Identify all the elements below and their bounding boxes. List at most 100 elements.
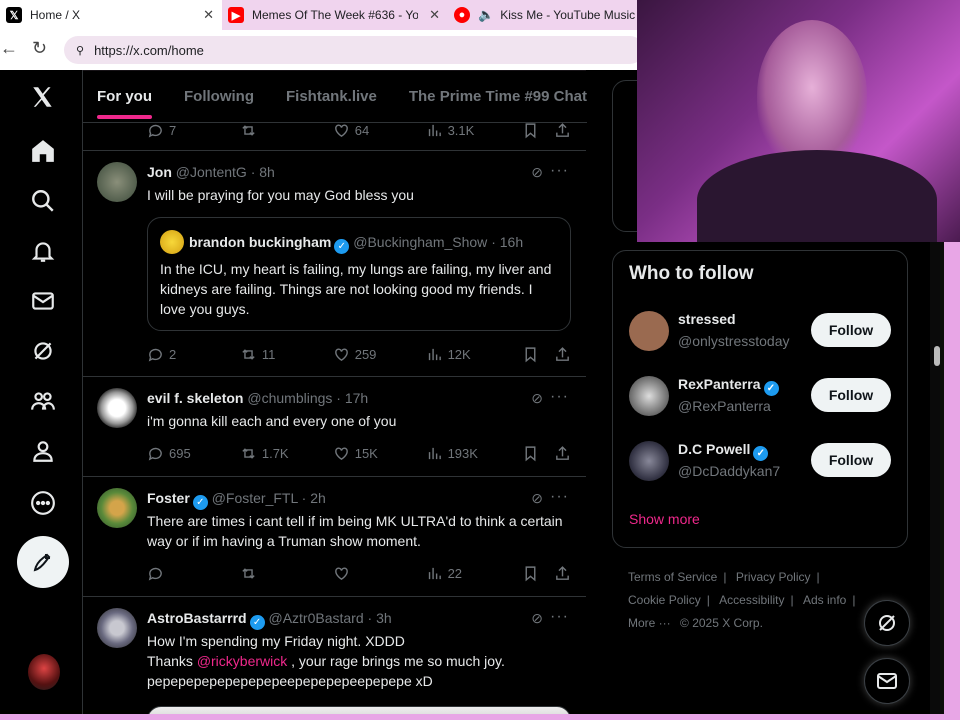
search-icon[interactable] [28, 186, 58, 216]
user-avatar[interactable] [97, 388, 137, 428]
home-icon[interactable] [28, 136, 58, 166]
follow-suggestion[interactable]: stressed @onlystresstoday Follow [629, 309, 909, 355]
show-more-link[interactable]: Show more [629, 511, 700, 527]
follow-button[interactable]: Follow [811, 313, 891, 347]
grok-explain-icon[interactable]: ⊘ [531, 164, 543, 181]
profile-icon[interactable] [28, 436, 58, 466]
post-item[interactable]: evil f. skeleton @chumblings · 17h ⊘ ···… [83, 376, 587, 477]
bookmark-icon[interactable] [522, 445, 554, 462]
post-time[interactable]: 2h [310, 490, 326, 506]
account-avatar[interactable] [28, 654, 60, 690]
follow-button[interactable]: Follow [811, 378, 891, 412]
repost-button[interactable]: 11 [240, 346, 333, 363]
cookie-policy-link[interactable]: Cookie Policy [628, 593, 701, 607]
accessibility-link[interactable]: Accessibility [719, 593, 784, 607]
grok-floating-button[interactable] [864, 600, 910, 646]
follow-suggestion[interactable]: D.C Powell ✓ @DcDaddykan7 Follow [629, 439, 909, 485]
views-button[interactable]: 3.1K [426, 122, 523, 139]
post-time[interactable]: 8h [259, 164, 275, 180]
tab-for-you[interactable]: For you [97, 88, 152, 119]
grok-explain-icon[interactable]: ⊘ [531, 490, 543, 507]
more-options-icon[interactable] [28, 488, 58, 518]
speaker-icon[interactable]: 🔈 [478, 7, 494, 23]
mention-link[interactable]: @rickyberwick [197, 653, 287, 669]
notifications-bell-icon[interactable] [28, 236, 58, 266]
close-tab-icon[interactable]: ✕ [203, 7, 214, 23]
share-icon[interactable] [554, 565, 571, 582]
quoted-post[interactable]: brandon buckingham ✓ @Buckingham_Show · 1… [147, 217, 571, 331]
grok-icon[interactable] [28, 336, 58, 366]
author-handle[interactable]: @JontentG [176, 164, 247, 180]
reply-button[interactable]: 695 [147, 445, 240, 462]
post-item[interactable]: AstroBastarrrd ✓ @Aztr0Bastard · 3h ⊘ ···… [83, 596, 587, 720]
reload-icon[interactable]: ↻ [32, 38, 47, 59]
bookmark-icon[interactable] [522, 346, 554, 363]
share-icon[interactable] [554, 445, 571, 462]
like-button[interactable] [333, 565, 426, 582]
reply-button[interactable] [147, 565, 240, 582]
bookmark-icon[interactable] [522, 122, 554, 139]
user-avatar[interactable] [97, 608, 137, 648]
url-field[interactable]: ⚲ https://x.com/home [64, 36, 644, 64]
views-button[interactable]: 193K [426, 445, 523, 462]
like-button[interactable]: 64 [333, 122, 426, 139]
author-name[interactable]: Jon [147, 164, 172, 180]
share-icon[interactable] [554, 122, 571, 139]
messages-envelope-icon[interactable] [28, 286, 58, 316]
post-time[interactable]: 17h [345, 390, 368, 406]
tab-following[interactable]: Following [184, 88, 254, 105]
suggestion-name[interactable]: D.C Powell ✓ [678, 441, 769, 461]
like-button[interactable]: 259 [333, 346, 426, 363]
x-logo-icon[interactable] [28, 82, 58, 112]
suggestion-avatar[interactable] [629, 441, 669, 481]
suggestion-name[interactable]: stressed [678, 311, 736, 327]
follow-button[interactable]: Follow [811, 443, 891, 477]
author-handle[interactable]: @Aztr0Bastard [268, 610, 363, 626]
tab-prime-time-chat[interactable]: The Prime Time #99 Chat [409, 88, 587, 105]
scrollbar-thumb[interactable] [934, 346, 940, 366]
messages-floating-button[interactable] [864, 658, 910, 704]
ads-info-link[interactable]: Ads info [803, 593, 846, 607]
suggestion-name[interactable]: RexPanterra ✓ [678, 376, 779, 396]
views-button[interactable]: 22 [426, 565, 523, 582]
more-options-icon[interactable]: ··· [550, 608, 569, 626]
more-options-icon[interactable]: ··· [550, 162, 569, 180]
author-handle[interactable]: @Foster_FTL [212, 490, 298, 506]
back-arrow-icon[interactable]: ← [0, 38, 18, 59]
communities-icon[interactable] [28, 386, 58, 416]
tab-fishtank-live[interactable]: Fishtank.live [286, 88, 377, 105]
suggestion-avatar[interactable] [629, 376, 669, 416]
tab-youtube[interactable]: ▶ Memes Of The Week #636 - YouTube ✕ [222, 0, 448, 30]
like-button[interactable]: 15K [333, 445, 426, 462]
compose-post-button[interactable] [17, 536, 69, 588]
author-name[interactable]: AstroBastarrrd [147, 610, 247, 626]
repost-button[interactable]: 1.7K [240, 445, 333, 462]
grok-explain-icon[interactable]: ⊘ [531, 390, 543, 407]
grok-explain-icon[interactable]: ⊘ [531, 610, 543, 627]
post-time[interactable]: 3h [376, 610, 392, 626]
bookmark-icon[interactable] [522, 565, 554, 582]
post-item[interactable]: Foster ✓ @Foster_FTL · 2h ⊘ ··· There are… [83, 476, 587, 597]
follow-suggestion[interactable]: RexPanterra ✓ @RexPanterra Follow [629, 374, 909, 420]
author-handle[interactable]: @chumblings [247, 390, 332, 406]
terms-link[interactable]: Terms of Service [628, 570, 717, 584]
tab-home-x[interactable]: 𝕏 Home / X ✕ [0, 0, 222, 30]
tab-youtube-music[interactable]: ● 🔈 Kiss Me - YouTube Music [448, 0, 638, 30]
site-info-icon[interactable]: ⚲ [76, 44, 84, 57]
author-name[interactable]: evil f. skeleton [147, 390, 243, 406]
more-footer-link[interactable]: More ··· [628, 616, 671, 630]
share-icon[interactable] [554, 346, 571, 363]
views-button[interactable]: 12K [426, 346, 523, 363]
reply-button[interactable]: 7 [147, 122, 240, 139]
repost-button[interactable] [240, 122, 333, 139]
user-avatar[interactable] [97, 488, 137, 528]
more-options-icon[interactable]: ··· [550, 388, 569, 406]
more-options-icon[interactable]: ··· [550, 488, 569, 506]
close-tab-icon[interactable]: ✕ [429, 7, 440, 23]
suggestion-avatar[interactable] [629, 311, 669, 351]
repost-button[interactable] [240, 565, 333, 582]
user-avatar[interactable] [97, 162, 137, 202]
author-name[interactable]: Foster [147, 490, 190, 506]
quoted-avatar[interactable] [160, 230, 184, 254]
privacy-link[interactable]: Privacy Policy [736, 570, 811, 584]
